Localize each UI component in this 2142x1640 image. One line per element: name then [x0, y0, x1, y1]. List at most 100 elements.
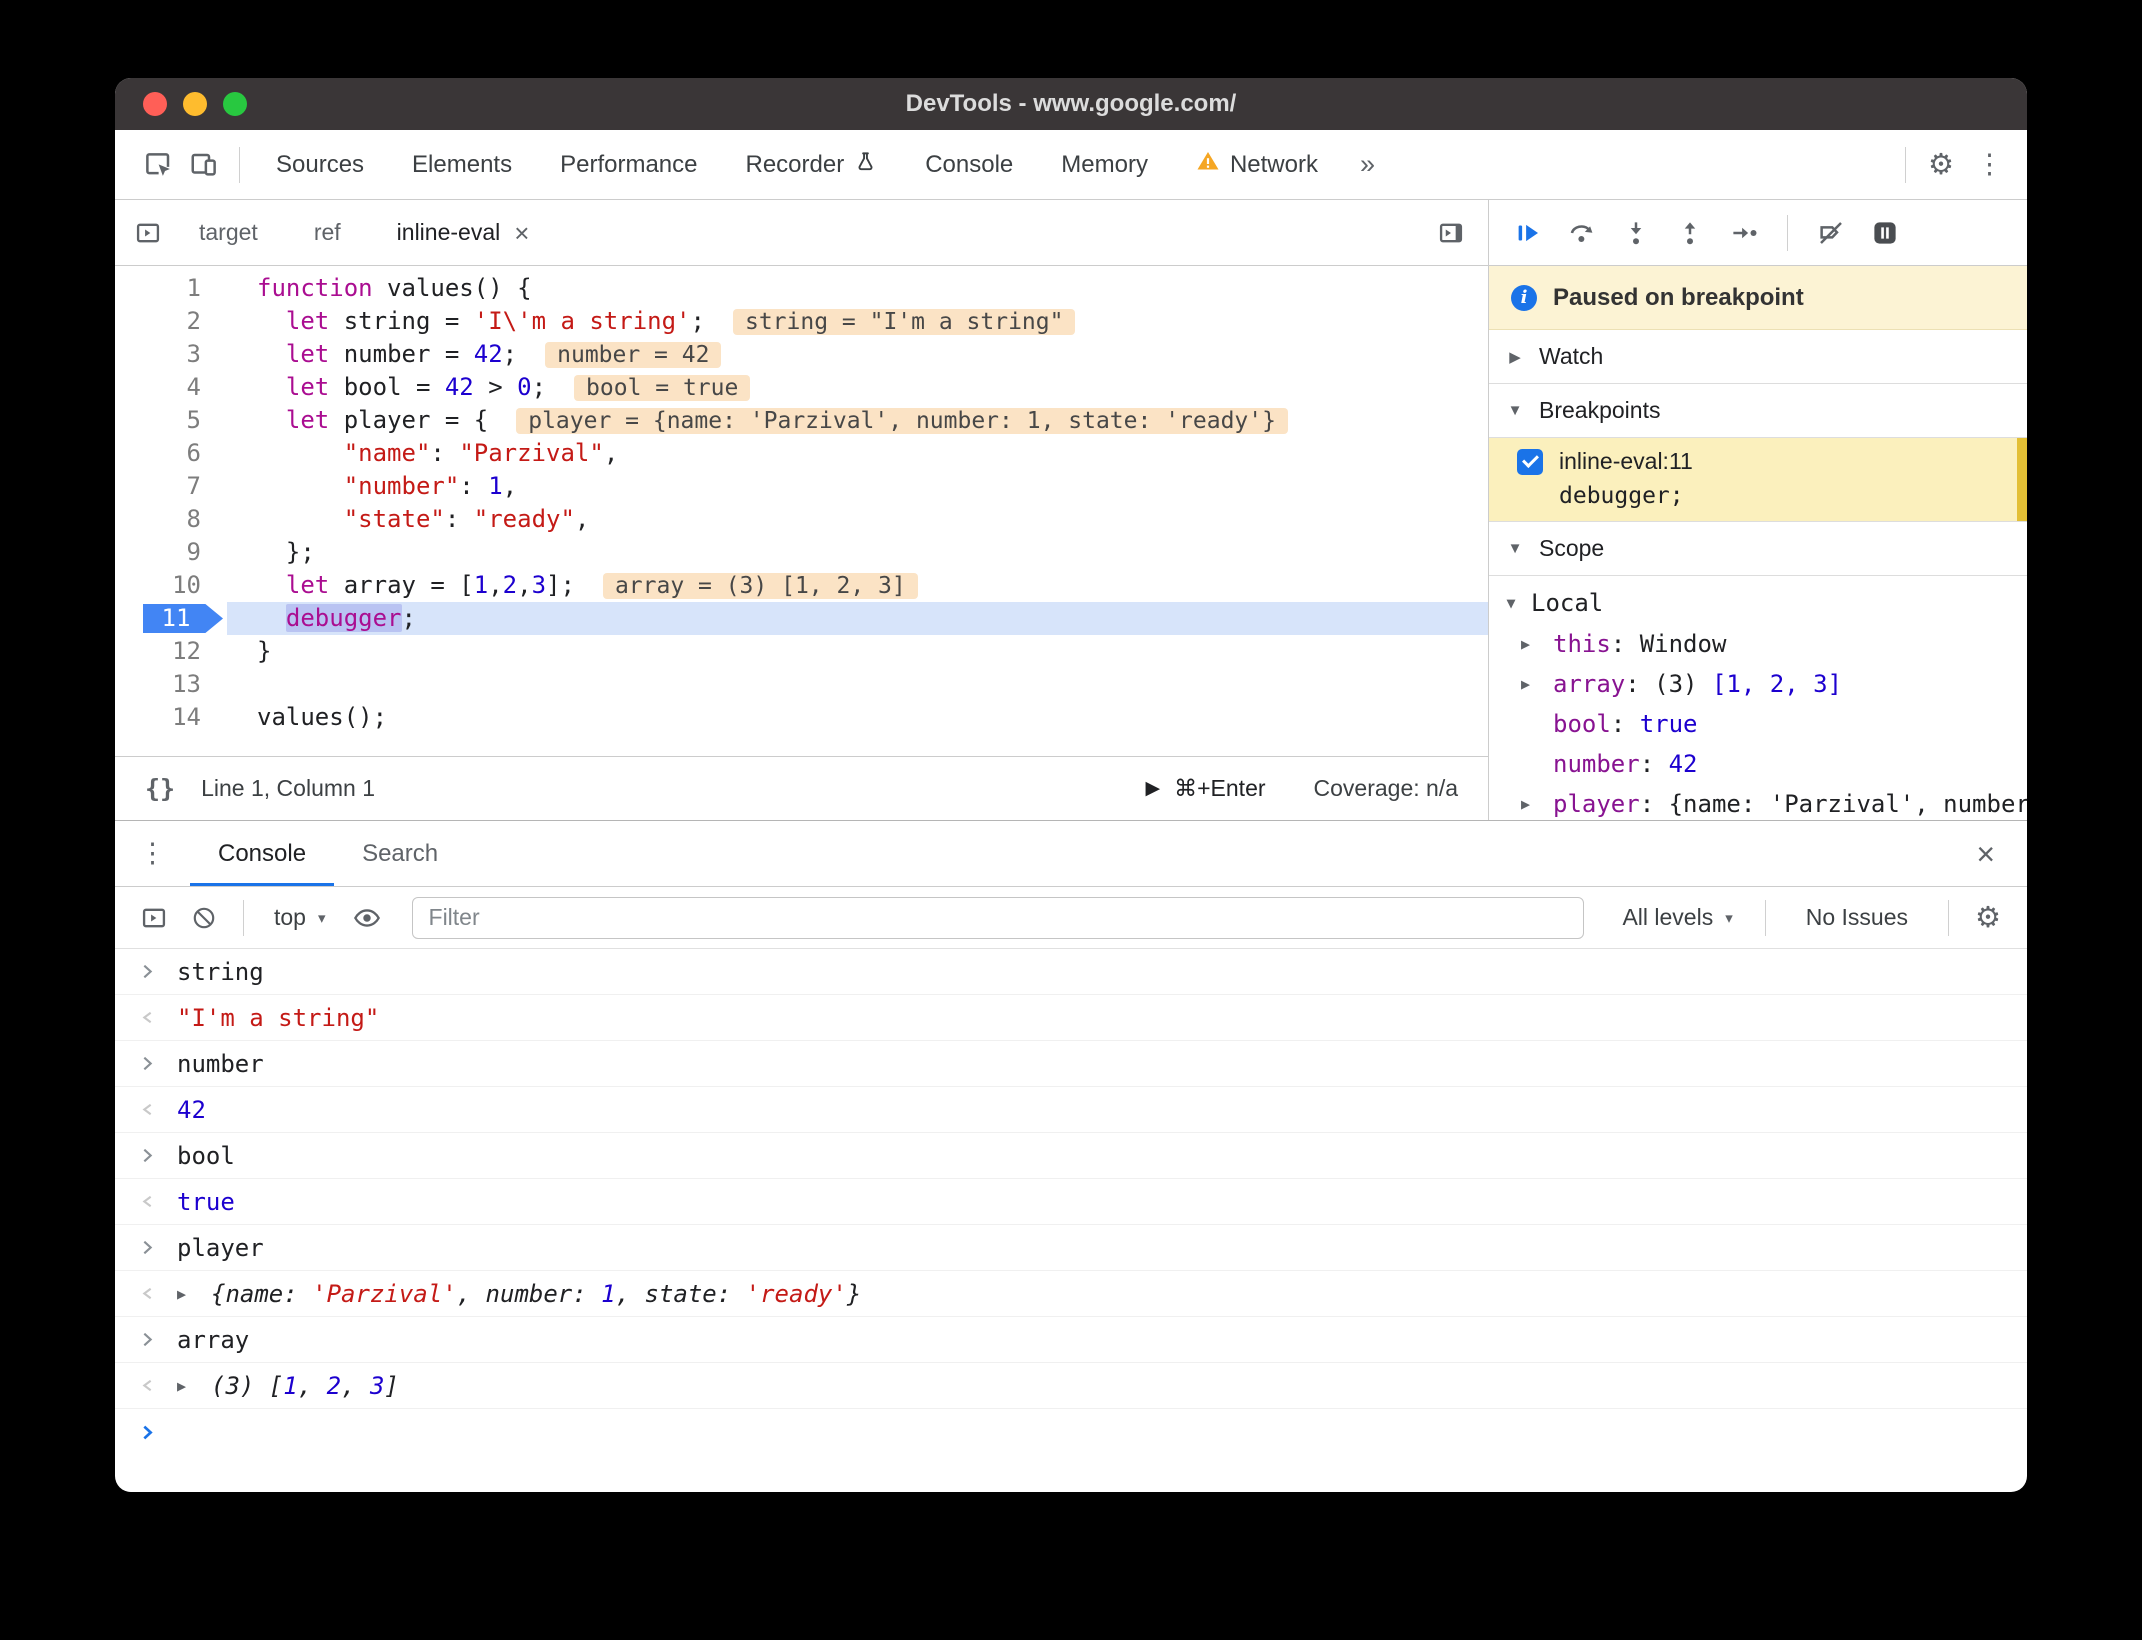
console-prompt-row[interactable] — [115, 1409, 2027, 1455]
debugger-sidebar-toggle-button[interactable] — [1428, 210, 1474, 256]
expand-triangle-icon[interactable]: ▶ — [177, 1377, 211, 1395]
more-tabs-icon[interactable]: » — [1342, 149, 1393, 180]
main-menu-button[interactable]: ⋮ — [1964, 142, 2015, 188]
minimize-button[interactable] — [183, 92, 207, 116]
format-braces-icon[interactable]: {} — [145, 774, 175, 803]
console-message-text: array — [177, 1326, 249, 1354]
code-text[interactable]: function values() { — [227, 272, 1488, 305]
pause-on-exceptions-button[interactable] — [1862, 210, 1908, 256]
code-token: player — [177, 1233, 264, 1262]
file-tab-label: inline-eval — [396, 219, 501, 245]
deactivate-breakpoints-button[interactable] — [1808, 210, 1854, 256]
code-text[interactable]: let bool = 42 > 0; bool = true — [227, 371, 1488, 404]
console-settings-button[interactable]: ⚙ — [1965, 895, 2011, 941]
line-number[interactable]: 5 — [115, 404, 227, 437]
code-text[interactable]: }; — [227, 536, 1488, 569]
navigator-toggle-button[interactable] — [125, 210, 171, 256]
line-number[interactable]: 2 — [115, 305, 227, 338]
line-number[interactable]: 1 — [115, 272, 227, 305]
step-into-button[interactable] — [1613, 210, 1659, 256]
live-expression-button[interactable] — [344, 895, 390, 941]
scope-variable[interactable]: ▶ array: (3) [1, 2, 3] — [1489, 664, 2027, 704]
code-text[interactable]: } — [227, 635, 1488, 668]
expand-triangle-icon[interactable]: ▶ — [177, 1285, 211, 1303]
line-number[interactable]: 11 — [115, 602, 227, 635]
settings-button[interactable]: ⚙ — [1918, 142, 1964, 188]
line-number[interactable]: 12 — [115, 635, 227, 668]
code-token: 0 — [517, 373, 532, 401]
clear-console-button[interactable] — [181, 895, 227, 941]
scope-group[interactable]: ▼ Local — [1489, 582, 2027, 624]
file-tab-inline-eval[interactable]: inline-eval × — [369, 200, 558, 265]
line-number[interactable]: 14 — [115, 701, 227, 734]
console-input-row: player — [115, 1225, 2027, 1271]
close-drawer-icon[interactable]: × — [1976, 838, 2027, 870]
scope-variable[interactable]: ▶ this: Window — [1489, 624, 2027, 664]
step-out-button[interactable] — [1667, 210, 1713, 256]
step-over-button[interactable] — [1559, 210, 1605, 256]
code-text[interactable] — [227, 668, 1488, 701]
watch-section-header[interactable]: ▶ Watch — [1489, 330, 2027, 384]
step-button[interactable] — [1721, 210, 1767, 256]
line-number[interactable]: 9 — [115, 536, 227, 569]
line-number[interactable]: 8 — [115, 503, 227, 536]
scope-variable[interactable]: number: 42 — [1489, 744, 2027, 784]
line-number[interactable]: 4 — [115, 371, 227, 404]
code-text[interactable]: values(); — [227, 701, 1488, 734]
breakpoint-checkbox[interactable] — [1517, 448, 1543, 475]
code-token: let — [285, 406, 330, 434]
close-tab-icon[interactable]: × — [514, 220, 529, 246]
code-text[interactable]: "name": "Parzival", — [227, 437, 1488, 470]
issues-counter[interactable]: No Issues — [1782, 904, 1932, 931]
tab-recorder[interactable]: Recorder — [721, 130, 901, 199]
scope-variable[interactable]: bool: true — [1489, 704, 2027, 744]
tab-performance[interactable]: Performance — [536, 130, 721, 199]
file-tab-target[interactable]: target — [171, 200, 286, 265]
code-text[interactable]: let player = {player = {name: 'Parzival'… — [227, 404, 1488, 437]
code-text[interactable]: let string = 'I\'m a string'; string = "I… — [227, 305, 1488, 338]
tab-console[interactable]: Console — [901, 130, 1037, 199]
tab-memory[interactable]: Memory — [1037, 130, 1172, 199]
drawer-tab-console[interactable]: Console — [190, 821, 335, 886]
expand-triangle-icon[interactable]: ▶ — [1521, 675, 1553, 693]
drawer-tab-search[interactable]: Search — [334, 821, 466, 886]
line-number[interactable]: 7 — [115, 470, 227, 503]
line-number[interactable]: 10 — [115, 569, 227, 602]
line-number[interactable]: 3 — [115, 338, 227, 371]
breakpoint-entry[interactable]: inline-eval:11 debugger; — [1489, 438, 2027, 522]
code-text[interactable]: debugger; — [227, 602, 1488, 635]
line-number[interactable]: 6 — [115, 437, 227, 470]
code-token: number = — [329, 340, 474, 368]
context-selector[interactable]: top ▾ — [260, 904, 340, 931]
resume-button[interactable] — [1505, 210, 1551, 256]
log-levels-dropdown[interactable]: All levels ▾ — [1606, 904, 1748, 931]
status-right: ▶ ⌘+Enter Coverage: n/a — [1145, 775, 1458, 802]
code-text[interactable]: "state": "ready", — [227, 503, 1488, 536]
tab-elements[interactable]: Elements — [388, 130, 536, 199]
expand-triangle-icon[interactable]: ▶ — [1521, 795, 1553, 813]
zoom-button[interactable] — [223, 92, 247, 116]
line-number[interactable]: 13 — [115, 668, 227, 701]
devtools-window: DevTools - www.google.com/ Sources Elemen… — [115, 78, 2027, 1492]
file-tab-ref[interactable]: ref — [286, 200, 369, 265]
code-text[interactable]: let array = [1,2,3]; array = (3) [1, 2, 3… — [227, 569, 1488, 602]
tab-sources[interactable]: Sources — [252, 130, 388, 199]
inspect-element-button[interactable] — [135, 142, 181, 188]
close-button[interactable] — [143, 92, 167, 116]
breakpoints-section-header[interactable]: ▼ Breakpoints — [1489, 384, 2027, 438]
expand-triangle-icon[interactable]: ▶ — [1521, 635, 1553, 653]
code-token: ; — [401, 604, 416, 632]
code-text[interactable]: let number = 42; number = 42 — [227, 338, 1488, 371]
code-text[interactable]: "number": 1, — [227, 470, 1488, 503]
tab-network[interactable]: Network — [1172, 130, 1342, 199]
scope-variable[interactable]: ▶player: {name: 'Parzival', number: 1, s… — [1489, 784, 2027, 820]
code-editor[interactable]: 1 function values() {2 let string = 'I\'m… — [115, 266, 1488, 756]
drawer-tab-bar: ⋮ Console Search × — [115, 821, 2027, 887]
tab-label: Network — [1229, 150, 1318, 178]
scope-section-header[interactable]: ▼ Scope — [1489, 522, 2027, 576]
console-sidebar-toggle-button[interactable] — [131, 895, 177, 941]
filter-input[interactable] — [411, 896, 1585, 939]
drawer-menu-kebab-icon[interactable]: ⋮ — [115, 838, 190, 869]
device-toolbar-button[interactable] — [181, 142, 227, 188]
console-message-text: (3) [1, 2, 3] — [211, 1372, 399, 1400]
